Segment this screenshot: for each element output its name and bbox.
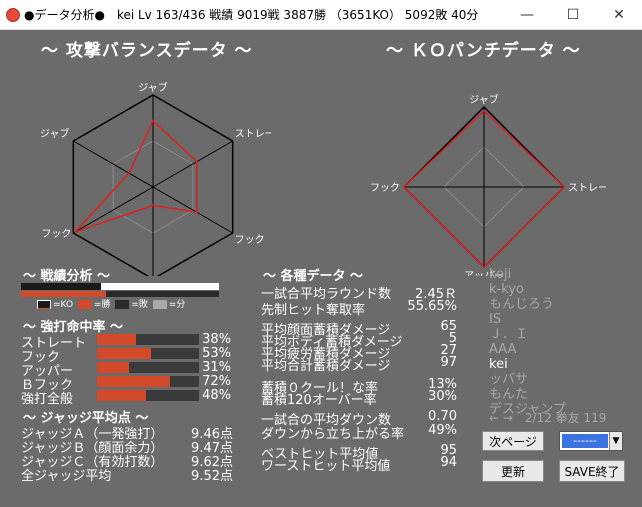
judge-label: 全ジャッジ平均 <box>21 469 112 484</box>
refresh-button[interactable]: 更新 <box>482 460 544 482</box>
save-exit-button[interactable]: SAVE終了 <box>559 460 625 482</box>
attack-radar-axis-label: ストレート <box>235 129 271 140</box>
attack-balance-title: ～ 攻撃バランスデータ ～ <box>41 41 253 61</box>
legend-win-label: =勝 <box>93 300 111 310</box>
attack-radar-axis-label: Bジャブ <box>41 127 69 140</box>
attack-radar-data-polygon <box>74 119 198 233</box>
maximize-button[interactable]: ☐ <box>550 0 596 30</box>
app-icon <box>6 7 20 22</box>
stats-title: ～ 各種データ ～ <box>263 269 364 284</box>
player-list-item[interactable]: もんじろう <box>489 297 566 312</box>
legend-draw-label: =分 <box>168 300 186 310</box>
hit-rate-bar-fill <box>97 334 136 345</box>
next-page-button[interactable]: 次ページ <box>482 431 544 451</box>
hit-rate-bar-fill <box>97 362 129 373</box>
record-title: ～ 戦績分析 ～ <box>23 269 111 284</box>
stat-value: 55.65% <box>407 299 457 314</box>
minimize-button[interactable]: — <box>504 0 550 30</box>
legend-win-swatch <box>77 300 92 309</box>
player-list-item[interactable]: もんた <box>489 387 566 402</box>
stat-value: 97 <box>440 355 457 370</box>
hit-rate-bar <box>97 348 199 359</box>
legend-ko-swatch <box>37 300 51 309</box>
hit-rate-bar <box>97 376 199 387</box>
hit-rate-value: 72% <box>202 374 231 389</box>
attack-radar-axis-label: フック <box>235 234 265 246</box>
legend-loss-label: =敗 <box>131 300 148 310</box>
hit-rate-bar <box>97 362 199 373</box>
chevron-down-icon: ▼ <box>609 432 622 450</box>
window-title: ●データ分析● kei Lv 163/436 戦績 9019戦 3887勝 （3… <box>24 8 479 22</box>
stat-label: 平均合計蓄積ダメージ <box>261 359 391 374</box>
judge-value: 9.52点 <box>191 469 233 484</box>
record-total-bar <box>21 283 219 290</box>
legend-draw-swatch <box>152 300 167 309</box>
hit-rate-value: 48% <box>202 388 231 403</box>
hit-rate-bar <box>97 390 199 401</box>
record-legend: =KO =勝 =敗 =分 <box>35 297 185 310</box>
stat-label: ダウンから立ち上がる率 <box>261 427 405 442</box>
hit-rate-value: 53% <box>202 346 231 361</box>
player-pager[interactable]: ← → 2/12 拳友 119 <box>489 409 606 426</box>
hit-rate-label: 強打全般 <box>21 392 74 407</box>
stat-label: ワーストヒット平均値 <box>261 459 391 474</box>
attack-balance-radar: ジャブストレートフックアッパーBフックBジャブ <box>41 81 271 276</box>
player-list-item[interactable]: Ｊ．Ｉ <box>489 327 566 342</box>
player-list-item[interactable]: ッバサ <box>489 372 566 387</box>
player-select-value: ------ <box>562 434 608 448</box>
ko-punch-radar: ジャブストレートアッパーフック <box>370 93 606 276</box>
attack-radar-axis-label: ジャブ <box>138 81 168 94</box>
stat-label: 蓄積120オーバー率 <box>261 393 377 408</box>
hit-rate-bar-fill <box>97 348 152 359</box>
hit-rate-bar-fill <box>97 390 146 401</box>
hit-rate-value: 31% <box>202 360 231 375</box>
player-list[interactable]: koji k-kyo もんじろう IS Ｊ．Ｉ AAA kei ッバサ もんた デスジャンプ <box>489 267 566 417</box>
stat-value: 30% <box>428 389 457 404</box>
title-bar: ●データ分析● kei Lv 163/436 戦績 9019戦 3887勝 （3… <box>0 0 642 30</box>
legend-ko-label: =KO <box>53 300 74 310</box>
player-list-item[interactable]: kei <box>489 357 566 372</box>
ko-radar-axis-label: ジャブ <box>469 93 499 106</box>
main-panel: ～ 攻撃バランスデータ ～ ～ ＫＯパンチデータ ～ ジャブストレートフックアッ… <box>1 31 641 506</box>
stat-value: 94 <box>440 455 457 470</box>
ko-radar-axis-label: ストレート <box>568 183 606 194</box>
ko-punch-title: ～ ＫＯパンチデータ ～ <box>386 41 581 61</box>
hit-rate-bar <box>97 334 199 345</box>
player-list-item[interactable]: AAA <box>489 342 566 357</box>
legend-loss-swatch <box>115 300 130 309</box>
hit-rate-value: 38% <box>202 332 231 347</box>
player-select[interactable]: ------ ▼ <box>559 431 623 451</box>
player-list-item[interactable]: koji <box>489 267 566 282</box>
ko-radar-axis-label: フック <box>370 182 400 194</box>
record-ko-bar <box>21 283 102 290</box>
close-button[interactable]: ✕ <box>596 0 642 30</box>
hit-rate-bar-fill <box>97 376 171 387</box>
player-list-item[interactable]: k-kyo <box>489 282 566 297</box>
stat-value: 0.70 <box>428 409 457 424</box>
stat-label: 先制ヒット奪取率 <box>261 303 366 318</box>
attack-radar-axis-label: Bフック <box>41 228 71 240</box>
stat-value: 49% <box>428 423 457 438</box>
player-list-item[interactable]: IS <box>489 312 566 327</box>
